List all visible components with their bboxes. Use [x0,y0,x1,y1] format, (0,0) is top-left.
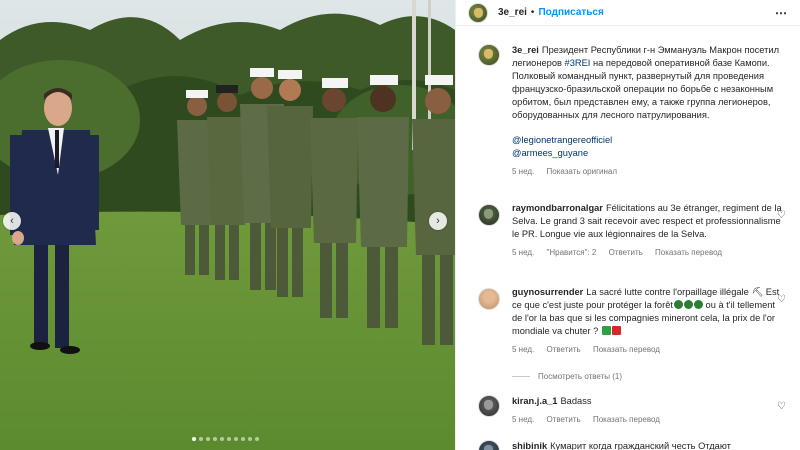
commenter-username[interactable]: kiran.j.a_1 [512,396,557,406]
comment-age: 5 нед. [512,248,535,257]
header-separator: • [530,7,535,18]
carousel-dot [255,437,259,441]
commenter-username[interactable]: shibinik [512,441,547,450]
carousel-dot [220,437,224,441]
commenter-avatar[interactable] [478,204,500,226]
comment-meta: 5 нед. Ответить Показать перевод [512,343,782,356]
caption-author-avatar[interactable] [478,44,500,66]
commenter-avatar[interactable] [478,395,500,417]
green-emoji-icon [693,300,703,309]
mention-legion[interactable]: @legionetrangereofficiel [512,134,782,147]
carousel-dot [206,437,210,441]
show-translation-button[interactable]: Показать перевод [655,248,722,257]
carousel-dot [227,437,231,441]
chevron-left-icon: ‹ [10,215,14,227]
author-avatar[interactable] [468,2,488,23]
more-options-icon[interactable]: ⋯ [775,6,788,20]
view-replies-button[interactable]: Посмотреть ответы (1) [512,370,782,383]
mention-armees[interactable]: @armees_guyane [512,147,782,160]
caption-age: 5 нед. [512,167,535,176]
comment-body: raymondbarronalgar Félicitations au 3e ét… [512,202,782,259]
commenter-username[interactable]: guynosurrender [512,287,583,297]
post-photo[interactable]: ‹ › [0,0,455,450]
comment-body: shibinik Кумарит когда гражданский честь … [512,440,782,450]
carousel-dots [192,437,259,441]
author-username[interactable]: 3e_rei [498,7,527,18]
follow-button[interactable]: Подписаться [538,7,603,18]
like-heart-icon[interactable]: ♡ [777,294,788,305]
chevron-right-icon: › [436,215,440,227]
reply-button[interactable]: Ответить [547,415,581,424]
carousel-dot [213,437,217,441]
caption-body: 3e_rei Президент Республики г-н Эммануэль… [512,44,782,178]
comment-meta: 5 нед. Ответить Показать перевод [512,413,782,426]
reply-button[interactable]: Ответить [609,248,643,257]
red-square-icon [611,326,621,335]
green-emoji-icon [683,300,693,309]
comment-text: Кумарит когда гражданский честь Отдают [550,441,731,450]
like-heart-icon[interactable]: ♡ [777,210,788,221]
comment-body: kiran.j.a_1 Badass 5 нед. Ответить Показа… [512,395,782,426]
carousel-dot [199,437,203,441]
caption-meta: 5 нед. Показать оригинал [512,165,782,178]
show-translation-button[interactable]: Показать перевод [593,345,660,354]
carousel-dot [241,437,245,441]
comment-age: 5 нед. [512,415,535,424]
commenter-avatar[interactable] [478,288,500,310]
post-side-panel: 3e_rei • Подписаться ⋯ 3e_rei Президент Р… [455,0,800,450]
show-translation-button[interactable]: Показать перевод [593,415,660,424]
green-emoji-icon [673,300,683,309]
comment-meta: 5 нед. "Нравится": 2 Ответить Показать п… [512,246,782,259]
show-original-button[interactable]: Показать оригинал [547,167,618,176]
caption-text: 3e_rei Президент Республики г-н Эммануэль… [512,44,782,122]
comment-text: Badass [560,396,592,406]
commenter-avatar[interactable] [478,440,500,450]
comment-likes[interactable]: "Нравится": 2 [547,248,597,257]
comment-age: 5 нед. [512,345,535,354]
comment-body: guynosurrender La sacré lutte contre l'or… [512,286,782,383]
previous-photo-button[interactable]: ‹ [3,212,21,230]
carousel-dot [192,437,196,441]
caption-hashtag[interactable]: #3REI [565,58,591,68]
green-square-icon [601,326,611,335]
carousel-dot [248,437,252,441]
post-header: 3e_rei • Подписаться ⋯ [456,0,800,26]
photo-image [0,0,455,450]
like-heart-icon[interactable]: ♡ [777,401,788,412]
commenter-username[interactable]: raymondbarronalgar [512,203,603,213]
next-photo-button[interactable]: › [429,212,447,230]
carousel-dot [234,437,238,441]
caption-author[interactable]: 3e_rei [512,45,539,55]
reply-button[interactable]: Ответить [547,345,581,354]
